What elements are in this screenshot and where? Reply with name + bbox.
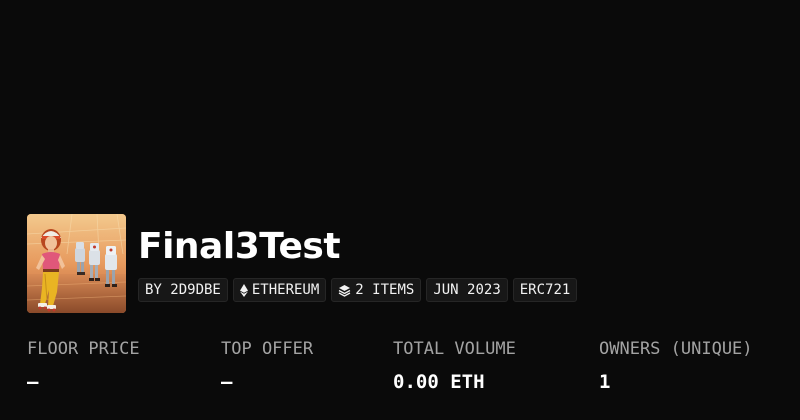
ethereum-icon (239, 283, 248, 297)
items-badge: 2 ITEMS (331, 278, 422, 302)
total-volume-stat: TOTAL VOLUME 0.00 ETH (393, 338, 516, 394)
owners-stat: OWNERS (UNIQUE) 1 (599, 338, 753, 394)
floor-price-label: FLOOR PRICE (27, 339, 140, 359)
floor-price-stat: FLOOR PRICE — (27, 338, 140, 394)
collection-badges: BY 2D9DBE ETHEREUM 2 ITEMS JUN 2023 ERC7… (138, 278, 578, 302)
date-badge-label: JUN 2023 (433, 282, 501, 298)
owners-label: OWNERS (UNIQUE) (599, 339, 753, 359)
top-offer-stat: TOP OFFER — (221, 338, 313, 394)
creator-badge[interactable]: BY 2D9DBE (138, 278, 228, 302)
items-badge-label: 2 ITEMS (355, 282, 415, 298)
chain-badge-label: ETHEREUM (251, 282, 320, 298)
collection-avatar (27, 214, 126, 313)
standard-badge: ERC721 (512, 278, 578, 302)
collection-header-page: Final3Test BY 2D9DBE ETHEREUM 2 ITEMS JU… (0, 0, 800, 420)
layers-icon (338, 284, 351, 297)
collection-title: Final3Test (138, 226, 341, 267)
total-volume-value: 0.00 ETH (393, 371, 485, 393)
chain-badge: ETHEREUM (232, 278, 327, 302)
standard-badge-label: ERC721 (519, 282, 571, 298)
total-volume-label: TOTAL VOLUME (393, 339, 516, 359)
creator-badge-label: BY 2D9DBE (145, 282, 221, 298)
owners-value: 1 (599, 371, 611, 393)
collection-artwork-image (27, 214, 126, 313)
floor-price-value: — (27, 371, 39, 393)
top-offer-value: — (221, 371, 233, 393)
date-badge: JUN 2023 (426, 278, 508, 302)
top-offer-label: TOP OFFER (221, 339, 314, 359)
